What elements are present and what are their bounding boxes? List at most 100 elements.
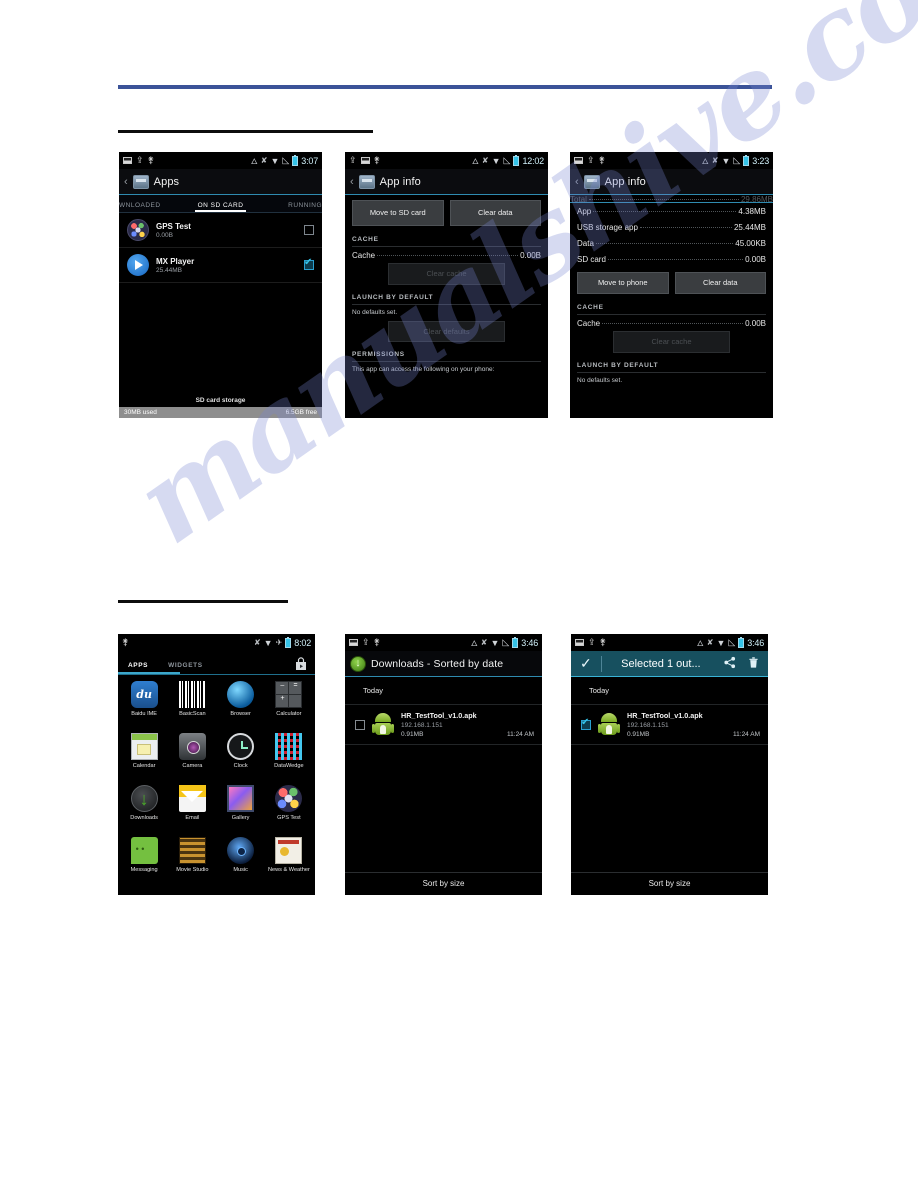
row-checkbox[interactable] xyxy=(304,258,314,270)
play-store-bag-icon[interactable] xyxy=(294,657,308,671)
screenshot-apps-on-sd-card: ⇪ ⚵ 🜂 ✘ ▼ ◺ 3:07 ‹ Apps WNLOADED ON SD C… xyxy=(119,152,322,418)
upload-icon: ⇪ xyxy=(587,155,595,165)
list-item[interactable]: HR_TestTool_v1.0.apk 192.168.1.151 0.91M… xyxy=(345,705,542,745)
section-rule-top xyxy=(118,130,373,133)
status-bar: ⇪ ⚵ 🜂 ✘ ▼ ◺ 3:23 xyxy=(570,152,773,169)
no-defaults-text: No defaults set. xyxy=(352,308,398,316)
app-icon-cell[interactable]: Browser xyxy=(217,679,265,731)
download-filename: HR_TestTool_v1.0.apk xyxy=(627,711,703,720)
storage-row: USB storage app 25.44MB xyxy=(577,219,766,235)
status-clock: 3:07 xyxy=(301,155,318,166)
sort-by-size-button[interactable]: Sort by size xyxy=(571,872,768,895)
tab-on-sd-card[interactable]: ON SD CARD xyxy=(187,202,255,212)
app-icon-cell[interactable]: GPS Test xyxy=(265,783,313,835)
move-to-sd-card-button[interactable]: Move to SD card xyxy=(352,200,444,226)
usb-icon: ⚵ xyxy=(147,155,155,165)
tab-downloaded[interactable]: WNLOADED xyxy=(119,202,187,212)
row-checkbox[interactable] xyxy=(355,719,365,730)
app-icon-cell[interactable]: Baidu IME xyxy=(120,679,168,731)
row-checkbox[interactable] xyxy=(581,718,591,730)
status-bar: ⚵ ✘ ▼ ✈ 8:02 xyxy=(118,634,315,651)
app-label: Music xyxy=(233,867,248,873)
wifi-icon: ▼ xyxy=(490,637,500,648)
app-icon-cell[interactable]: Clock xyxy=(217,731,265,783)
launch-section-heading: LAUNCH BY DEFAULT xyxy=(352,291,541,305)
leader-dots xyxy=(595,243,734,244)
drawer-tab-bar: APPS WIDGETS xyxy=(118,651,315,675)
page-title: Downloads - Sorted by date xyxy=(371,657,504,670)
app-icon-cell[interactable]: Email xyxy=(168,783,216,835)
screenshot-downloads-selected: ⇪ ⚵ 🜂 ✘ ▼ ◺ 3:46 ✓ Selected 1 out... Tod… xyxy=(571,634,768,895)
vibrate-icon: ✘ xyxy=(480,638,488,647)
storage-key: SD card xyxy=(577,255,606,264)
clipped-scroll-row: Total 29.86MB xyxy=(570,195,773,203)
list-item[interactable]: MX Player 25.44MB xyxy=(119,248,322,283)
app-icon-cell[interactable]: Downloads xyxy=(120,783,168,835)
usb-icon: ⚵ xyxy=(373,155,381,165)
tab-running[interactable]: RUNNING xyxy=(254,202,322,212)
storage-row: Data 45.00KB xyxy=(577,235,766,251)
apps-settings-icon xyxy=(358,174,375,189)
app-icon-cell[interactable]: DataWedge xyxy=(265,731,313,783)
signal-icon: ◺ xyxy=(282,155,290,165)
sd-used: 30MB used xyxy=(124,409,157,416)
app-icon-cell[interactable]: BasicScan xyxy=(168,679,216,731)
download-time: 11:24 AM xyxy=(507,731,534,738)
storage-buttons: Move to phone Clear data xyxy=(577,267,766,301)
downloads-list: Today HR_TestTool_v1.0.apk 192.168.1.151… xyxy=(571,677,768,895)
list-item[interactable]: HR_TestTool_v1.0.apk 192.168.1.151 0.91M… xyxy=(571,705,768,745)
screenshot-icon xyxy=(123,157,132,164)
app-label: Email xyxy=(185,815,200,821)
signal-icon: ◺ xyxy=(502,637,510,647)
apps-settings-icon xyxy=(132,174,149,189)
app-icon-cell[interactable]: News & Weather xyxy=(265,835,313,887)
selection-action-bar: ✓ Selected 1 out... xyxy=(571,651,768,677)
list-item[interactable]: GPS Test 0.00B xyxy=(119,213,322,248)
battery-icon xyxy=(292,154,299,166)
cache-row: Cache 0.00B xyxy=(352,247,541,263)
app-icon-cell[interactable]: Music xyxy=(217,835,265,887)
screenshot-icon xyxy=(360,157,370,164)
download-source: 192.168.1.151 xyxy=(627,722,669,729)
app-info-body: Move to SD card Clear data CACHE Cache 0… xyxy=(345,195,548,379)
battery-icon xyxy=(513,154,520,166)
battery-icon xyxy=(738,636,745,648)
download-size: 0.91MB xyxy=(401,731,424,738)
status-bar: ⇪ ⚵ 🜂 ✘ ▼ ◺ 3:07 xyxy=(119,152,322,169)
app-label: GPS Test xyxy=(277,815,301,821)
app-icon-cell[interactable]: Calendar xyxy=(120,731,168,783)
app-name: MX Player xyxy=(156,256,195,266)
app-icon-cell[interactable]: Movie Studio xyxy=(168,835,216,887)
app-icon-cell[interactable]: Gallery xyxy=(217,783,265,835)
app-icon-cell[interactable]: Calculator xyxy=(265,679,313,731)
back-icon[interactable]: ‹ xyxy=(350,176,354,188)
app-label: Downloads xyxy=(130,815,158,821)
group-header-today: Today xyxy=(345,677,542,705)
action-bar: Downloads - Sorted by date xyxy=(345,651,542,677)
datawedge-qr-icon xyxy=(275,733,303,760)
trash-icon[interactable] xyxy=(744,656,763,672)
app-label: DataWedge xyxy=(274,763,304,769)
cache-value: 0.00B xyxy=(745,318,766,328)
app-icon-cell[interactable]: Camera xyxy=(168,731,216,783)
screenshot-icon xyxy=(574,157,583,164)
android-apk-icon xyxy=(372,712,394,737)
app-label: Clock xyxy=(233,763,248,769)
storage-value: 25.44MB xyxy=(733,223,766,232)
vibrate-icon: ✘ xyxy=(253,638,261,647)
app-icon-cell[interactable]: Messaging xyxy=(120,835,168,887)
checkmark-icon[interactable]: ✓ xyxy=(576,655,596,672)
clear-data-button[interactable]: Clear data xyxy=(674,272,766,294)
browser-globe-icon xyxy=(227,681,255,708)
share-icon[interactable] xyxy=(720,656,739,672)
usb-icon: ⚵ xyxy=(122,637,129,647)
back-icon[interactable]: ‹ xyxy=(124,176,128,188)
sort-by-size-button[interactable]: Sort by size xyxy=(345,872,542,895)
clear-data-button[interactable]: Clear data xyxy=(449,200,541,226)
back-icon[interactable]: ‹ xyxy=(575,176,579,188)
permissions-section-heading: PERMISSIONS xyxy=(352,348,541,363)
clear-cache-button: Clear cache xyxy=(387,262,506,285)
move-to-phone-button[interactable]: Move to phone xyxy=(577,272,669,294)
row-checkbox[interactable] xyxy=(304,225,314,235)
status-bar: ⇪ ⚵ 🜂 ✘ ▼ ◺ 12:02 xyxy=(345,152,548,169)
